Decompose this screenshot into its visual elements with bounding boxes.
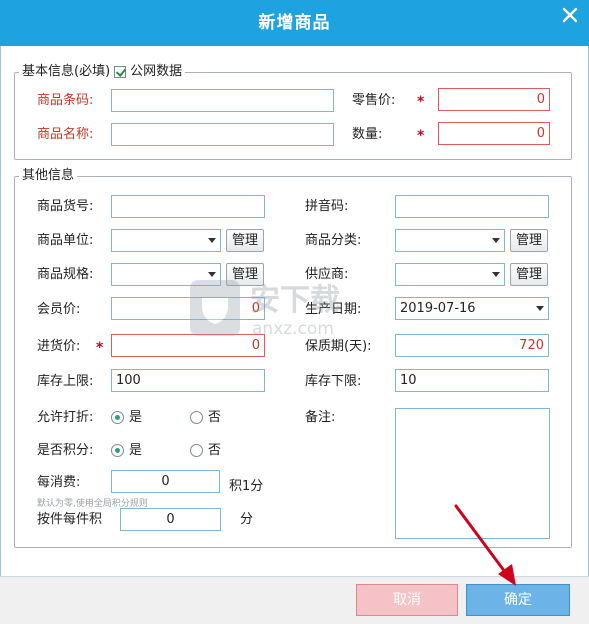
- quantity-label: 数量:: [352, 127, 383, 142]
- pinyin-input[interactable]: [395, 195, 549, 218]
- category-manage-button[interactable]: 管理: [510, 229, 548, 252]
- purchase-price-input[interactable]: 0: [111, 334, 265, 357]
- other-info-legend: 其他信息: [19, 168, 78, 184]
- supplier-select[interactable]: [395, 263, 505, 286]
- dialog-title: 新增商品: [258, 13, 331, 33]
- chevron-down-icon: [536, 306, 544, 311]
- allow-discount-no-radio[interactable]: [190, 411, 203, 424]
- chevron-down-icon: [208, 238, 216, 243]
- basic-info-title: 基本信息(必填): [22, 64, 111, 79]
- per-piece-label: 按件每件积: [37, 512, 103, 527]
- shelf-life-input[interactable]: 720: [395, 334, 549, 357]
- product-name-input[interactable]: [111, 123, 334, 146]
- supplier-label: 供应商:: [305, 267, 349, 282]
- points-yes-label: 是: [129, 443, 143, 458]
- cancel-button[interactable]: 取消: [356, 584, 458, 616]
- stock-lower-label: 库存下限:: [305, 374, 362, 389]
- per-spend-input[interactable]: 0: [111, 470, 220, 493]
- barcode-input[interactable]: [111, 89, 334, 112]
- spec-select[interactable]: [111, 263, 221, 286]
- per-piece-input[interactable]: 0: [120, 508, 221, 531]
- chevron-down-icon: [492, 272, 500, 277]
- close-icon[interactable]: [559, 4, 581, 26]
- basic-info-group: [14, 72, 572, 160]
- unit-manage-button[interactable]: 管理: [226, 229, 264, 252]
- production-date-value: 2019-07-16: [400, 301, 476, 316]
- chevron-down-icon: [492, 238, 500, 243]
- production-date-label: 生产日期:: [305, 302, 362, 317]
- spec-label: 商品规格:: [37, 267, 94, 282]
- retail-price-required-mark: *: [417, 94, 425, 110]
- chevron-down-icon: [208, 272, 216, 277]
- member-price-label: 会员价:: [37, 302, 81, 317]
- remark-textarea[interactable]: [395, 408, 550, 539]
- quantity-required-mark: *: [417, 128, 425, 144]
- allow-discount-yes-radio[interactable]: [111, 411, 124, 424]
- spec-manage-button[interactable]: 管理: [226, 263, 264, 286]
- unit-label: 商品单位:: [37, 233, 94, 248]
- ok-button[interactable]: 确定: [466, 584, 570, 616]
- allow-discount-yes-label: 是: [129, 410, 143, 425]
- points-no-radio[interactable]: [190, 444, 203, 457]
- stock-upper-label: 库存上限:: [37, 374, 94, 389]
- barcode-label: 商品条码:: [37, 93, 94, 108]
- basic-info-legend: 基本信息(必填) 公网数据: [19, 64, 186, 80]
- item-no-input[interactable]: [111, 195, 265, 218]
- product-name-label: 商品名称:: [37, 127, 94, 142]
- allow-discount-label: 允许打折:: [37, 410, 94, 425]
- points-no-label: 否: [208, 443, 222, 458]
- points-label: 是否积分:: [37, 443, 94, 458]
- points-yes-radio[interactable]: [111, 444, 124, 457]
- category-label: 商品分类:: [305, 233, 362, 248]
- per-spend-label: 每消费:: [37, 475, 81, 490]
- shelf-life-label: 保质期(天):: [305, 339, 372, 354]
- purchase-price-required-mark: *: [96, 340, 104, 356]
- unit-select[interactable]: [111, 229, 221, 252]
- retail-price-input[interactable]: 0: [438, 88, 550, 111]
- retail-price-label: 零售价:: [352, 93, 396, 108]
- public-data-label: 公网数据: [130, 64, 183, 79]
- member-price-input[interactable]: 0: [111, 297, 265, 320]
- allow-discount-no-label: 否: [208, 410, 222, 425]
- public-data-checkbox[interactable]: [114, 66, 127, 78]
- per-piece-suffix: 分: [240, 512, 254, 527]
- pinyin-label: 拼音码:: [305, 199, 349, 214]
- stock-lower-input[interactable]: 10: [395, 369, 549, 392]
- item-no-label: 商品货号:: [37, 199, 94, 214]
- stock-upper-input[interactable]: 100: [111, 369, 265, 392]
- quantity-input[interactable]: 0: [438, 122, 550, 145]
- per-spend-suffix: 积1分: [229, 479, 264, 494]
- purchase-price-label: 进货价:: [37, 339, 81, 354]
- category-select[interactable]: [395, 229, 505, 252]
- remark-label: 备注:: [305, 410, 336, 425]
- supplier-manage-button[interactable]: 管理: [510, 263, 548, 286]
- production-date-picker[interactable]: 2019-07-16: [395, 297, 549, 320]
